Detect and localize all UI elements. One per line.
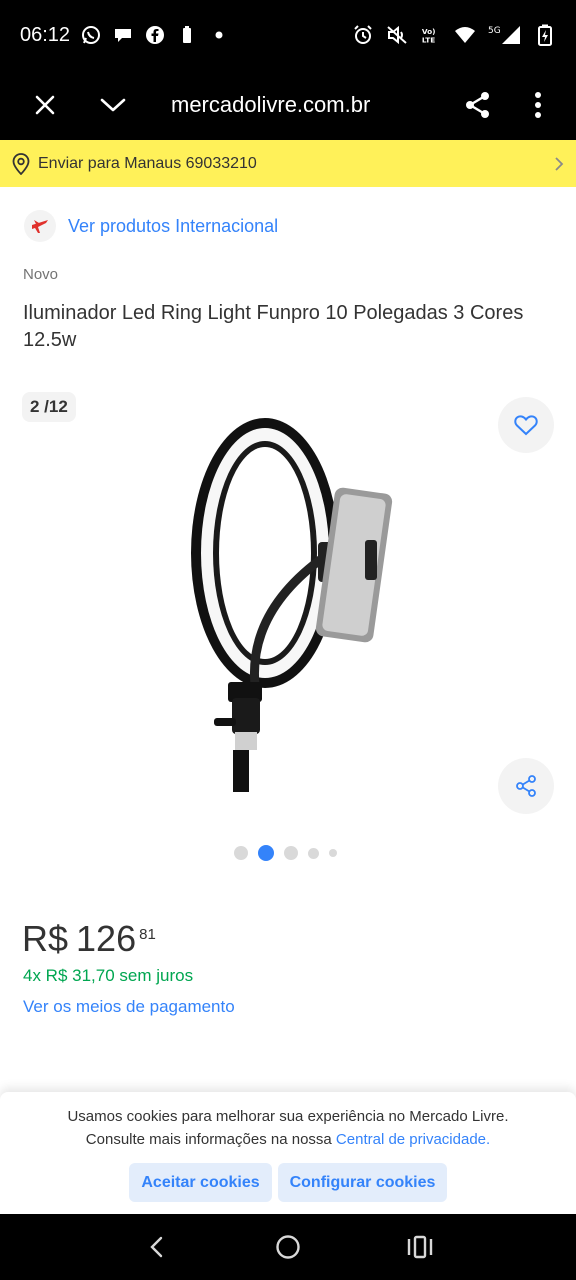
gallery-dot[interactable] (234, 846, 248, 860)
alarm-icon (352, 24, 374, 46)
more-options-button[interactable] (508, 70, 568, 140)
cookie-banner: Usamos cookies para melhorar sua experiê… (0, 1092, 576, 1214)
cookie-message-line2: Consulte mais informações na nossa Centr… (0, 1128, 576, 1151)
home-circle-icon (276, 1235, 300, 1259)
payment-methods-link[interactable]: Ver os meios de pagamento (23, 997, 235, 1017)
status-bar: 06:12 Vo) LTE 5G (0, 0, 576, 70)
international-link-label: Ver produtos Internacional (68, 215, 279, 236)
more-vertical-icon (535, 92, 541, 118)
configure-cookies-button[interactable]: Configurar cookies (278, 1163, 447, 1202)
dot-icon (208, 24, 230, 46)
browser-toolbar: mercadolivre.com.br (0, 70, 576, 140)
price: R$ 126 81 (22, 918, 156, 960)
gallery-counter: 2 /12 (22, 392, 76, 422)
battery-icon (534, 24, 556, 46)
whatsapp-icon (80, 24, 102, 46)
product-condition: Novo (23, 266, 59, 283)
share-icon (466, 92, 489, 118)
chat-bubble-icon (112, 24, 134, 46)
product-title: Iluminador Led Ring Light Funpro 10 Pole… (23, 302, 524, 351)
privacy-center-link[interactable]: Central de privacidade. (336, 1131, 490, 1148)
svg-text:5G: 5G (488, 26, 501, 36)
price-cents: 81 (139, 926, 156, 943)
price-integer: 126 (76, 918, 137, 959)
shipping-location-label: Enviar para Manaus 69033210 (38, 154, 257, 172)
share-page-button[interactable] (448, 70, 508, 140)
close-icon (35, 95, 55, 115)
chevron-down-icon (100, 98, 126, 112)
back-button[interactable] (126, 1217, 186, 1277)
gallery-dot[interactable] (329, 849, 337, 857)
url-text[interactable]: mercadolivre.com.br (171, 92, 448, 118)
battery-saver-icon (176, 24, 198, 46)
status-time: 06:12 (20, 23, 71, 46)
home-button[interactable] (258, 1217, 318, 1277)
product-image[interactable] (180, 410, 400, 800)
facebook-icon (144, 24, 166, 46)
screen: 06:12 Vo) LTE 5G mercadolivre.com.br Env… (0, 0, 576, 1280)
location-pin-icon (12, 152, 30, 175)
accept-cookies-button[interactable]: Aceitar cookies (129, 1163, 272, 1202)
gallery-dot[interactable] (308, 847, 319, 859)
recent-apps-icon (407, 1235, 433, 1259)
wifi-icon (454, 24, 476, 46)
recent-apps-button[interactable] (390, 1217, 450, 1277)
minimize-tab-button[interactable] (83, 70, 143, 140)
gallery-pagination (234, 845, 337, 861)
cookie-message: Usamos cookies para melhorar sua experiê… (0, 1105, 576, 1151)
cookie-message-prefix: Consulte mais informações na nossa (85, 1131, 336, 1148)
mute-icon (386, 24, 408, 46)
back-icon (150, 1236, 163, 1258)
svg-text:LTE: LTE (422, 35, 435, 44)
share-product-button[interactable] (498, 758, 554, 814)
international-products-link[interactable]: Ver produtos Internacional (24, 210, 278, 242)
share-icon (516, 775, 536, 797)
price-currency: R$ (22, 918, 69, 959)
installments-text: 4x R$ 31,70 sem juros (23, 966, 194, 985)
shipping-location-bar[interactable]: Enviar para Manaus 69033210 (0, 140, 576, 187)
international-badge (24, 210, 56, 242)
favorite-button[interactable] (498, 397, 554, 453)
signal-5g-icon: 5G (488, 24, 522, 46)
close-tab-button[interactable] (15, 70, 75, 140)
gallery-dot-active[interactable] (258, 845, 274, 861)
airplane-icon (32, 220, 48, 233)
chevron-right-icon (555, 156, 564, 171)
system-navigation-bar (0, 1214, 576, 1280)
heart-icon (514, 415, 538, 436)
system-icons: Vo) LTE 5G (352, 24, 556, 46)
cookie-message-line1: Usamos cookies para melhorar sua experiê… (67, 1108, 509, 1125)
gallery-dot[interactable] (284, 846, 298, 860)
notification-icons (80, 24, 230, 46)
volte-icon: Vo) LTE (420, 24, 442, 46)
